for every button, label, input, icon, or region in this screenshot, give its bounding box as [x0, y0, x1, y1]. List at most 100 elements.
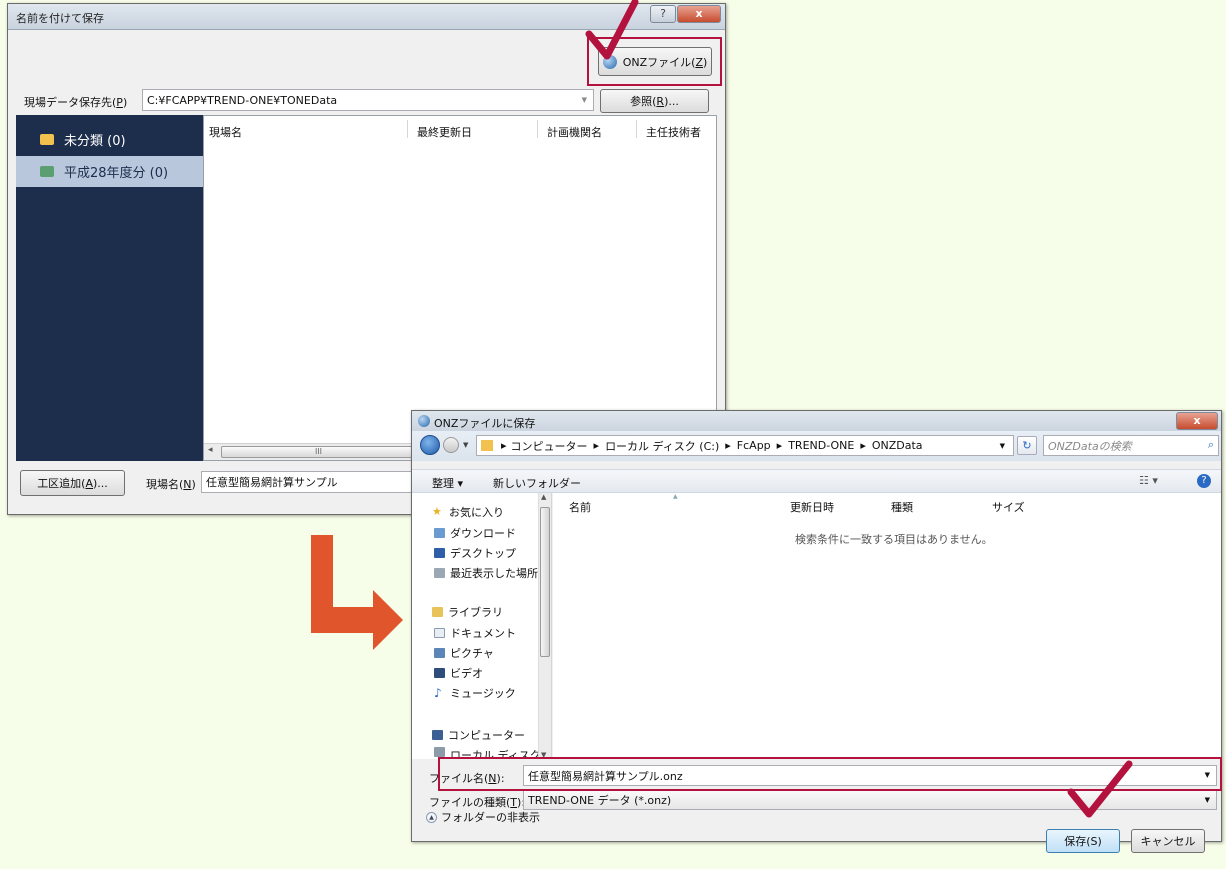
history-dropdown-icon[interactable]: ▼ — [463, 441, 468, 449]
breadcrumb-computer[interactable]: コンピューター — [511, 438, 588, 454]
column-divider — [407, 120, 408, 138]
breadcrumb-separator: ▸ — [501, 439, 507, 452]
scroll-up-icon[interactable]: ▲ — [541, 493, 546, 501]
forward-arrow-icon[interactable] — [443, 437, 459, 453]
breadcrumb-onzdata[interactable]: ONZData — [872, 439, 923, 452]
sidebar-libraries[interactable]: ライブラリ — [432, 603, 503, 621]
save-button[interactable]: 保存(S) — [1046, 829, 1120, 853]
recent-places-icon — [434, 568, 445, 578]
command-bar: 整理 ▾ 新しいフォルダー ☷ ▾ ? — [412, 469, 1221, 493]
folder-icon — [481, 440, 493, 451]
scroll-left-icon[interactable]: ◂ — [208, 445, 213, 455]
chevron-down-icon[interactable]: ▼ — [582, 96, 587, 104]
column-header-engineer[interactable]: 主任技術者 — [646, 124, 701, 140]
search-placeholder: ONZDataの検索 — [1048, 439, 1132, 453]
column-header-modified[interactable]: 更新日時 — [790, 499, 834, 515]
folder-green-icon — [40, 166, 54, 177]
sidebar-item-label: ドキュメント — [450, 627, 516, 640]
address-bar[interactable]: ▸ コンピューター ▸ ローカル ディスク (C:) ▸ FcApp ▸ TRE… — [476, 435, 1014, 456]
scroll-thumb[interactable] — [540, 507, 550, 657]
sidebar-item-label: コンピューター — [448, 729, 525, 742]
sidebar-scrollbar[interactable]: ▲ ▼ — [538, 493, 551, 759]
checkmark-icon — [585, 0, 639, 60]
star-icon: ★ — [432, 505, 442, 518]
download-icon — [434, 528, 445, 538]
sidebar-item-downloads[interactable]: ダウンロード — [434, 524, 516, 542]
category-tree: 未分類 (0) 平成28年度分 (0) — [16, 115, 203, 461]
close-button[interactable]: x — [1176, 412, 1218, 430]
checkmark-icon — [1067, 760, 1133, 818]
sidebar-item-label: 最近表示した場所 — [450, 567, 538, 580]
sidebar-item-videos[interactable]: ビデオ — [434, 664, 483, 682]
site-name-label: 現場名(N) — [146, 478, 196, 491]
close-button[interactable]: x — [677, 5, 721, 23]
picture-icon — [434, 648, 445, 658]
tree-item-label: 平成28年度分 (0) — [64, 166, 169, 181]
site-name-input[interactable]: 任意型簡易網計算サンプル — [201, 471, 413, 493]
onz-globe-icon — [418, 415, 430, 427]
sidebar-item-label: ビデオ — [450, 667, 483, 680]
chevron-down-icon[interactable]: ▼ — [1000, 442, 1005, 450]
sidebar-item-label: デスクトップ — [450, 547, 516, 560]
column-divider — [636, 120, 637, 138]
sidebar-item-desktop[interactable]: デスクトップ — [434, 544, 516, 562]
column-header-size[interactable]: サイズ — [992, 499, 1025, 515]
save-dest-label: 現場データ保存先(P) — [24, 96, 128, 109]
sidebar-item-recent[interactable]: 最近表示した場所 — [434, 564, 538, 582]
save-dest-combobox[interactable]: C:¥FCAPP¥TREND-ONE¥TONEData ▼ — [142, 89, 594, 111]
filetype-label: ファイルの種類(T): — [429, 796, 526, 809]
column-header-updated[interactable]: 最終更新日 — [417, 124, 472, 140]
column-header-agency[interactable]: 計画機関名 — [547, 124, 602, 140]
browse-button[interactable]: 参照(R)... — [600, 89, 709, 113]
column-header-type[interactable]: 種類 — [891, 499, 913, 515]
add-section-button[interactable]: 工区追加(A)... — [20, 470, 125, 496]
site-name-value: 任意型簡易網計算サンプル — [206, 476, 338, 489]
sidebar-item-label: ダウンロード — [450, 527, 516, 540]
view-options-icon[interactable]: ☷ ▾ — [1139, 474, 1158, 487]
breadcrumb-local-disk[interactable]: ローカル ディスク (C:) — [605, 438, 719, 454]
sidebar-favorites[interactable]: ★ お気に入り — [432, 503, 504, 521]
back-arrow-icon[interactable] — [420, 435, 440, 455]
chevron-down-icon[interactable]: ▼ — [1205, 796, 1210, 804]
column-divider — [537, 120, 538, 138]
help-button[interactable]: ? — [650, 5, 676, 23]
breadcrumb-separator: ▸ — [860, 439, 866, 452]
refresh-icon[interactable]: ↻ — [1017, 436, 1037, 455]
dialog1-title: 名前を付けて保存 — [16, 12, 104, 25]
column-header-site-name[interactable]: 現場名 — [209, 124, 242, 140]
column-header-name[interactable]: 名前 — [569, 499, 591, 515]
new-folder-button[interactable]: 新しいフォルダー — [493, 475, 581, 491]
save-dest-value: C:¥FCAPP¥TREND-ONE¥TONEData — [147, 93, 338, 107]
empty-message: 検索条件に一致する項目はありません。 — [795, 533, 993, 546]
document-icon — [434, 628, 445, 638]
breadcrumb-trend-one[interactable]: TREND-ONE — [788, 439, 854, 452]
cancel-button[interactable]: キャンセル — [1131, 829, 1205, 853]
search-icon[interactable]: ⌕ — [1208, 438, 1214, 452]
filetype-value: TREND-ONE データ (*.onz) — [528, 794, 672, 807]
sidebar-item-label: ライブラリ — [448, 606, 503, 619]
computer-icon — [432, 730, 443, 740]
drive-icon — [434, 747, 445, 757]
address-row: ▼ ▸ コンピューター ▸ ローカル ディスク (C:) ▸ FcApp ▸ T… — [412, 431, 1221, 461]
sort-arrow-icon: ▲ — [673, 493, 678, 500]
tree-item-label: 未分類 (0) — [64, 134, 126, 149]
breadcrumb-fcapp[interactable]: FcApp — [737, 439, 771, 452]
tree-item-unclassified[interactable]: 未分類 (0) — [16, 124, 203, 155]
search-input[interactable]: ONZDataの検索 ⌕ — [1043, 435, 1219, 456]
navigation-pane: ★ お気に入り ダウンロード デスクトップ 最近表示した場所 ライブラリ ドキュ… — [412, 493, 552, 759]
scroll-thumb[interactable]: III — [221, 446, 416, 458]
dialog2-titlebar: ONZファイルに保存 x — [412, 411, 1221, 431]
organize-menu[interactable]: 整理 ▾ — [432, 475, 463, 491]
sidebar-item-documents[interactable]: ドキュメント — [434, 624, 516, 642]
dialog2-title: ONZファイルに保存 — [434, 417, 536, 430]
hide-folders-toggle[interactable]: ▲ フォルダーの非表示 — [426, 809, 540, 825]
hide-folders-label: フォルダーの非表示 — [441, 811, 540, 824]
sidebar-computer[interactable]: コンピューター — [432, 726, 525, 744]
breadcrumb-separator: ▸ — [593, 439, 600, 452]
tree-item-h28[interactable]: 平成28年度分 (0) — [16, 156, 203, 187]
sidebar-item-pictures[interactable]: ピクチャ — [434, 644, 494, 662]
sidebar-item-music[interactable]: ♪ ミュージック — [434, 684, 516, 702]
folder-icon — [40, 134, 54, 145]
help-icon[interactable]: ? — [1197, 474, 1211, 488]
file-list: 名前 ▲ 更新日時 種類 サイズ 検索条件に一致する項目はありません。 — [553, 493, 1221, 759]
